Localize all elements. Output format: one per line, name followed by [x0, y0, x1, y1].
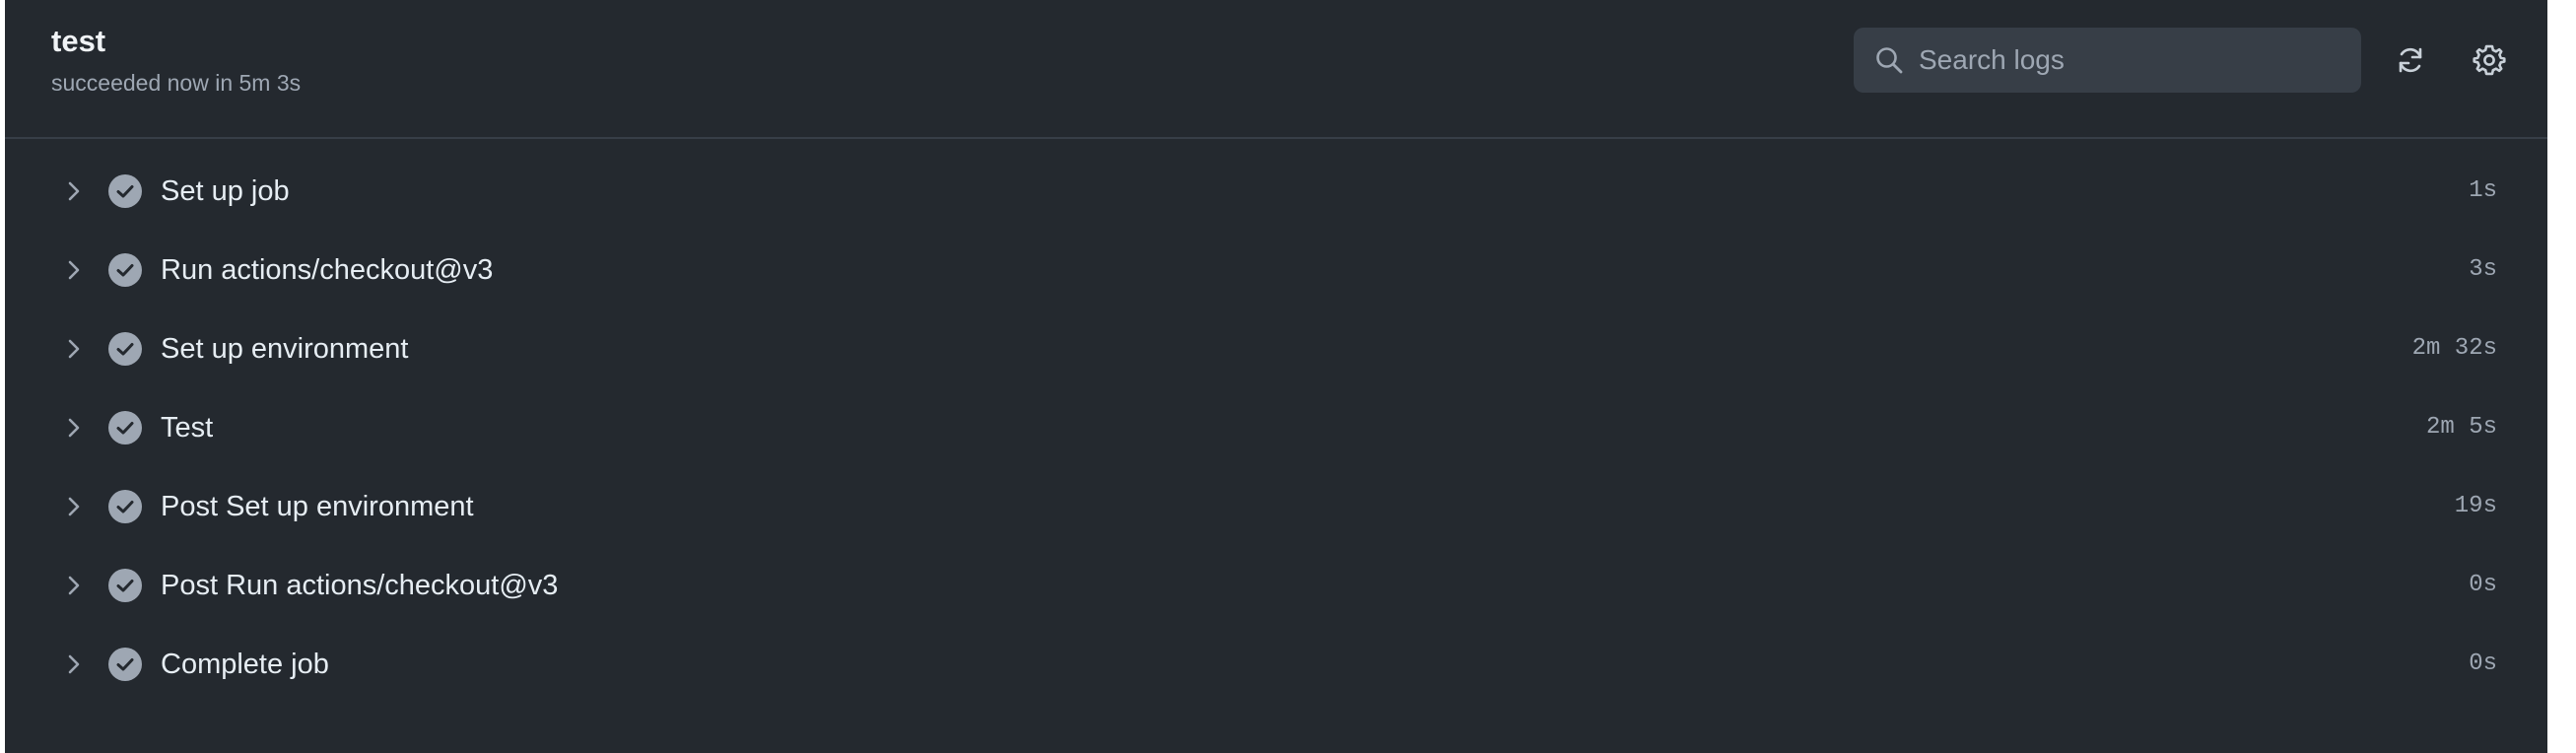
- step-duration: 3s: [2469, 256, 2497, 283]
- step-name: Run actions/checkout@v3: [161, 254, 494, 286]
- job-header: test succeeded now in 5m 3s: [5, 0, 2547, 139]
- job-title: test: [51, 24, 106, 58]
- step-name: Post Run actions/checkout@v3: [161, 570, 559, 601]
- steps-list: Set up job 1s Run actions/checkout@v3 3s…: [5, 152, 2547, 704]
- check-circle-icon: [108, 411, 142, 445]
- chevron-right-icon[interactable]: [58, 175, 90, 207]
- step-duration: 0s: [2469, 572, 2497, 598]
- search-icon: [1876, 47, 1903, 74]
- step-row[interactable]: Complete job 0s: [5, 625, 2547, 704]
- check-circle-icon: [108, 490, 142, 523]
- step-name: Set up environment: [161, 333, 409, 365]
- search-logs-input[interactable]: [1919, 28, 2342, 93]
- check-circle-icon: [108, 332, 142, 366]
- step-row[interactable]: Set up environment 2m 32s: [5, 309, 2547, 388]
- step-row[interactable]: Test 2m 5s: [5, 388, 2547, 467]
- step-duration: 19s: [2454, 493, 2497, 519]
- step-duration: 2m 32s: [2411, 335, 2497, 362]
- step-duration: 0s: [2469, 650, 2497, 677]
- check-circle-icon: [108, 648, 142, 681]
- step-name: Post Set up environment: [161, 491, 474, 522]
- step-row[interactable]: Set up job 1s: [5, 152, 2547, 231]
- settings-button[interactable]: [2464, 34, 2515, 86]
- refresh-icon: [2399, 47, 2422, 73]
- step-row[interactable]: Post Run actions/checkout@v3 0s: [5, 546, 2547, 625]
- chevron-right-icon[interactable]: [58, 491, 90, 522]
- step-row[interactable]: Post Set up environment 19s: [5, 467, 2547, 546]
- chevron-right-icon[interactable]: [58, 333, 90, 365]
- step-duration: 2m 5s: [2425, 414, 2497, 441]
- check-circle-icon: [108, 253, 142, 287]
- step-name: Set up job: [161, 175, 290, 207]
- chevron-right-icon[interactable]: [58, 570, 90, 601]
- step-duration: 1s: [2469, 177, 2497, 204]
- step-name: Complete job: [161, 649, 329, 680]
- check-circle-icon: [108, 174, 142, 208]
- check-circle-icon: [108, 569, 142, 602]
- chevron-right-icon[interactable]: [58, 412, 90, 444]
- refresh-button[interactable]: [2385, 34, 2436, 86]
- chevron-right-icon[interactable]: [58, 649, 90, 680]
- chevron-right-icon[interactable]: [58, 254, 90, 286]
- job-log-panel: test succeeded now in 5m 3s Search logs …: [5, 0, 2547, 753]
- job-status-text: succeeded now in 5m 3s: [51, 70, 302, 96]
- search-logs-box[interactable]: [1854, 28, 2361, 93]
- step-row[interactable]: Run actions/checkout@v3 3s: [5, 231, 2547, 309]
- step-name: Test: [161, 412, 214, 444]
- gear-icon: [2473, 44, 2506, 76]
